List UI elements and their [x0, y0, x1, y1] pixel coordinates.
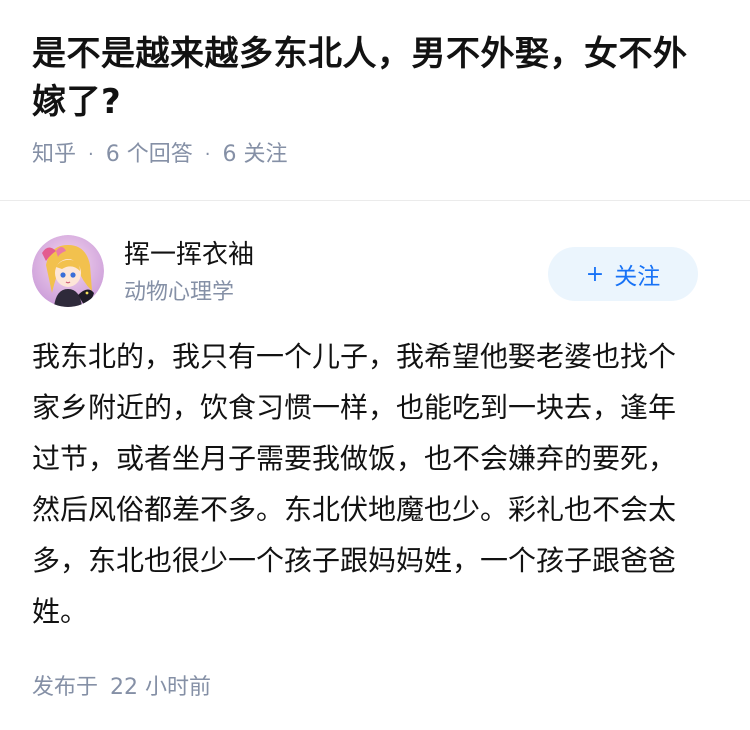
question-meta: 知乎 · 6 个回答 · 6 关注 — [32, 140, 718, 170]
author-bio: 动物心理学 — [124, 280, 235, 305]
question-title[interactable]: 是不是越来越多东北人，男不外娶，女不外嫁了? — [32, 30, 718, 126]
published-label: 发布于 — [32, 675, 99, 700]
answer-content[interactable]: 我东北的，我只有一个儿子，我希望他娶老婆也找个家乡附近的，饮食习惯一样，也能吃到… — [32, 331, 702, 637]
separator-dot: · — [88, 144, 94, 165]
publish-time: 发布于 22 小时前 — [32, 673, 718, 703]
plus-icon: + — [585, 261, 605, 287]
author-name[interactable]: 挥一挥衣袖 — [124, 239, 254, 271]
avatar-anime-girl-icon — [32, 235, 104, 307]
zhihu-answer-page: 是不是越来越多东北人，男不外娶，女不外嫁了? 知乎 · 6 个回答 · 6 关注 — [0, 0, 750, 730]
answer-card: 挥一挥衣袖 动物心理学 + 关注 我东北的，我只有一个儿子，我希望他娶老婆也找个… — [0, 201, 750, 703]
published-time: 22 小时前 — [110, 675, 212, 700]
author-row: 挥一挥衣袖 动物心理学 + 关注 — [32, 201, 718, 331]
source-label[interactable]: 知乎 — [32, 140, 76, 170]
followers-count[interactable]: 6 关注 — [222, 140, 287, 170]
question-header: 是不是越来越多东北人，男不外娶，女不外嫁了? 知乎 · 6 个回答 · 6 关注 — [0, 0, 750, 170]
follow-button-label: 关注 — [614, 264, 661, 290]
separator-dot: · — [204, 144, 211, 165]
answer-paragraph: 我东北的，我只有一个儿子，我希望他娶老婆也找个家乡附近的，饮食习惯一样，也能吃到… — [32, 340, 677, 628]
author-avatar[interactable] — [32, 235, 104, 307]
answers-count[interactable]: 6 个回答 — [106, 140, 193, 170]
follow-button[interactable]: + 关注 — [548, 247, 698, 301]
